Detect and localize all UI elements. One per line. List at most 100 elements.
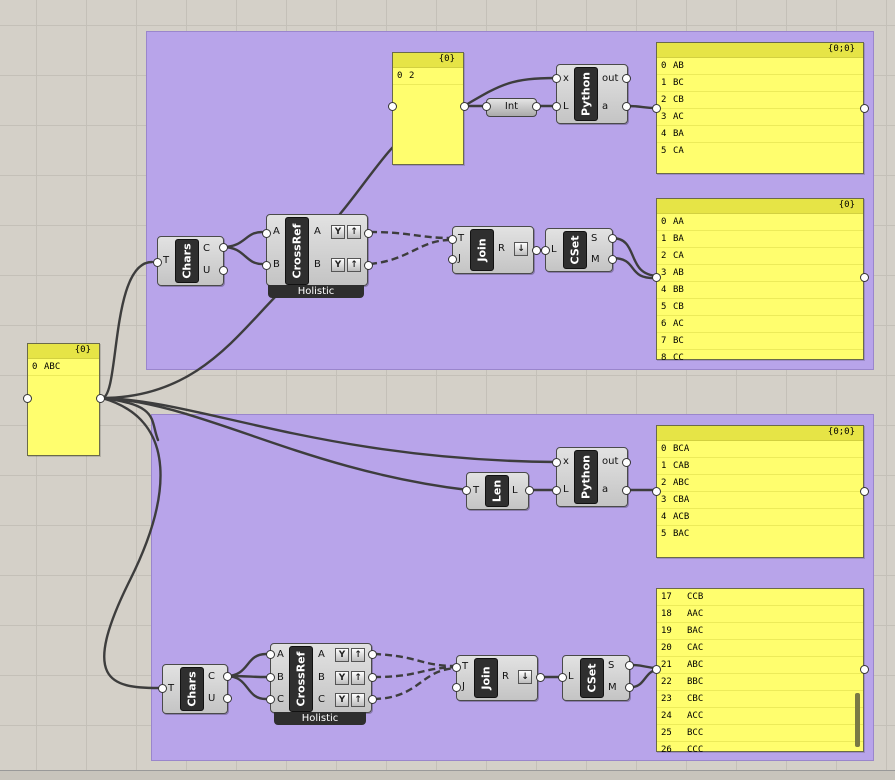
chars-component-top[interactable]: T Chars C U [157, 236, 224, 286]
python-component-top[interactable]: x L Python out a [556, 64, 628, 124]
output-grip[interactable] [525, 486, 534, 495]
input-grip[interactable] [558, 673, 567, 682]
wire-dashed [369, 238, 451, 266]
input-grip[interactable] [266, 650, 275, 659]
input-grip[interactable] [452, 683, 461, 692]
output-grip[interactable] [622, 486, 631, 495]
crossref-component-top[interactable]: A B CrossRef A B Y ↑ Y ↑ [266, 214, 368, 286]
input-grip[interactable] [552, 74, 561, 83]
input-label: C [277, 694, 284, 705]
input-label: L [551, 244, 557, 255]
cset-component-bottom[interactable]: L CSet S M [562, 655, 630, 701]
flatten-icon[interactable]: ↓ [518, 670, 532, 684]
output-label: S [591, 233, 598, 244]
panel-input-grip[interactable] [652, 273, 661, 282]
output-grip[interactable] [368, 650, 377, 659]
panel-input-chars[interactable]: {0} 0 ABC [27, 343, 100, 456]
output-grip[interactable] [368, 695, 377, 704]
input-grip[interactable] [266, 695, 275, 704]
flatten-icon[interactable]: ↓ [514, 242, 528, 256]
output-grip[interactable] [622, 102, 631, 111]
input-label: T [163, 255, 170, 266]
panel-cset-top[interactable]: {0} 0 AA 1 BA 2 CA 3 AB 4 BB 5 CB 6 AC 7 BC 8 CC [656, 198, 864, 363]
input-grip[interactable] [266, 673, 275, 682]
input-grip[interactable] [552, 458, 561, 467]
graft-icon[interactable]: Y [335, 648, 349, 662]
input-grip[interactable] [153, 258, 162, 267]
output-grip[interactable] [622, 458, 631, 467]
component-name: CrossRef [289, 646, 313, 712]
panel-number[interactable]: {0} 02 [392, 52, 464, 165]
output-grip[interactable] [223, 672, 232, 681]
output-grip[interactable] [608, 255, 617, 264]
panel-output-grip[interactable] [860, 665, 869, 674]
input-grip[interactable] [541, 246, 550, 255]
output-grip[interactable] [368, 673, 377, 682]
output-label: L [512, 485, 518, 496]
len-component[interactable]: T Len L [466, 472, 529, 510]
graft-icon[interactable]: Y [335, 671, 349, 685]
panel-output-grip[interactable] [860, 487, 869, 496]
panel-scrollbar[interactable] [855, 693, 860, 747]
input-grip[interactable] [482, 102, 491, 111]
panel-output-grip[interactable] [460, 102, 469, 111]
output-grip[interactable] [625, 661, 634, 670]
panel-output-grip[interactable] [96, 394, 105, 403]
panel-cset-bottom[interactable]: 17 CCB 18 AAC 19 BAC 20 CAC 21 ABC 22 BBC 23 CB… [656, 588, 864, 755]
panel-python-output-top[interactable]: {0;0} 0 AB 1 BC 2 CB 3 AC 4 BA 5 CA [656, 42, 864, 174]
join-component-bottom[interactable]: T J Join R ↓ [456, 655, 538, 701]
output-grip[interactable] [219, 266, 228, 275]
output-grip[interactable] [536, 673, 545, 682]
output-grip[interactable] [532, 246, 541, 255]
input-grip[interactable] [448, 235, 457, 244]
crossref-component-bottom[interactable]: A B C CrossRef A B C Y ↑ Y ↑ Y ↑ [270, 643, 372, 713]
output-grip[interactable] [364, 229, 373, 238]
simplify-icon[interactable]: ↑ [351, 693, 365, 707]
input-grip[interactable] [158, 684, 167, 693]
panel-input-grip[interactable] [652, 104, 661, 113]
output-grip[interactable] [223, 694, 232, 703]
output-label: out [602, 456, 619, 467]
join-component-top[interactable]: T J Join R ↓ [452, 226, 534, 274]
output-grip[interactable] [364, 261, 373, 270]
panel-row: 4 BB [657, 282, 863, 299]
input-grip[interactable] [462, 486, 471, 495]
input-grip[interactable] [262, 261, 271, 270]
panel-input-grip[interactable] [652, 487, 661, 496]
input-grip[interactable] [552, 102, 561, 111]
output-grip[interactable] [532, 102, 541, 111]
graft-icon[interactable]: Y [331, 258, 345, 272]
input-grip[interactable] [262, 229, 271, 238]
graft-icon[interactable]: Y [331, 225, 345, 239]
panel-row: 3 AB [657, 265, 863, 282]
chars-component-bottom[interactable]: T Chars C U [162, 664, 228, 714]
panel-output-grip[interactable] [860, 273, 869, 282]
input-grip[interactable] [552, 486, 561, 495]
output-label: M [591, 254, 600, 265]
panel-python-output-bottom[interactable]: {0;0} 0 BCA 1 CAB 2 ABC 3 CBA 4 ACB 5 BAC [656, 425, 864, 558]
simplify-icon[interactable]: ↑ [347, 225, 361, 239]
input-label: J [458, 253, 461, 264]
panel-output-grip[interactable] [860, 104, 869, 113]
simplify-icon[interactable]: ↑ [347, 258, 361, 272]
output-grip[interactable] [219, 243, 228, 252]
int-component[interactable]: Int [486, 98, 537, 117]
output-grip[interactable] [625, 683, 634, 692]
cset-component-top[interactable]: L CSet S M [545, 228, 613, 272]
python-component-bottom[interactable]: x L Python out a [556, 447, 628, 507]
input-grip[interactable] [452, 663, 461, 672]
input-grip[interactable] [448, 255, 457, 264]
panel-input-grip[interactable] [23, 394, 32, 403]
graft-icon[interactable]: Y [335, 693, 349, 707]
simplify-icon[interactable]: ↑ [351, 648, 365, 662]
panel-input-grip[interactable] [652, 665, 661, 674]
component-name: Chars [180, 667, 204, 711]
input-label: x [563, 456, 569, 467]
wire [224, 652, 268, 678]
panel-input-grip[interactable] [388, 102, 397, 111]
output-grip[interactable] [608, 234, 617, 243]
output-label: A [318, 649, 325, 660]
output-grip[interactable] [622, 74, 631, 83]
component-name: Chars [175, 239, 199, 283]
simplify-icon[interactable]: ↑ [351, 671, 365, 685]
